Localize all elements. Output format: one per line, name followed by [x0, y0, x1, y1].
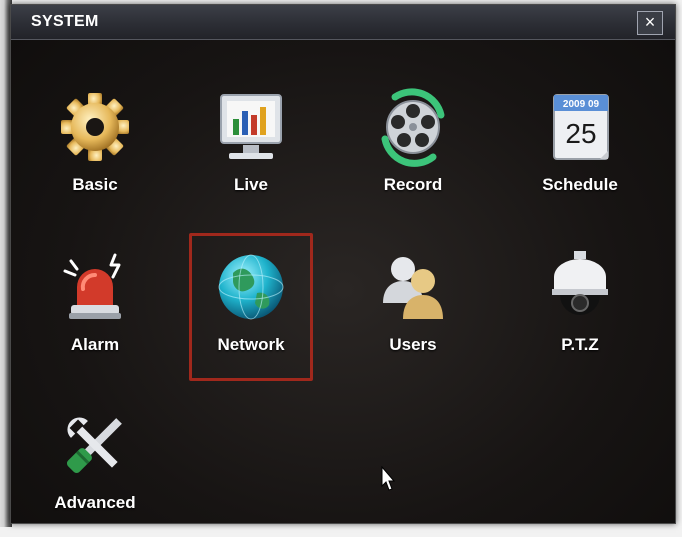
siren-icon	[63, 253, 121, 319]
menu-item-label: Network	[217, 335, 285, 354]
menu-item-users[interactable]: Users	[357, 239, 469, 379]
menu-item-label: Users	[389, 335, 437, 354]
menu-item-live[interactable]: Live	[195, 79, 307, 219]
close-button[interactable]: ×	[637, 11, 663, 35]
tools-icon	[66, 417, 122, 474]
menu-item-label: Advanced	[54, 493, 136, 512]
menu-item-alarm[interactable]: Alarm	[39, 239, 151, 379]
dome-camera-icon	[552, 251, 608, 315]
users-icon	[383, 257, 443, 319]
menu-item-basic[interactable]: Basic	[39, 79, 151, 219]
menu-item-advanced[interactable]: Advanced	[39, 397, 151, 537]
calendar-day-text: 25	[565, 118, 596, 149]
calendar-icon: 2009 09 25	[553, 94, 609, 160]
menu-item-ptz[interactable]: P.T.Z	[524, 239, 636, 379]
menu-item-label: P.T.Z	[561, 335, 599, 354]
title-bar: SYSTEM ×	[11, 5, 675, 40]
gear-icon	[61, 93, 129, 161]
mouse-cursor-icon	[381, 466, 395, 491]
menu-item-network[interactable]: Network	[189, 233, 313, 381]
menu-item-record[interactable]: Record	[357, 79, 469, 219]
menu-item-label: Alarm	[70, 335, 120, 354]
menu-item-label: Basic	[72, 175, 118, 194]
film-reel-icon	[381, 88, 445, 167]
menu-item-label: Live	[233, 175, 269, 194]
globe-icon	[218, 254, 284, 320]
menu-item-label: Schedule	[542, 175, 618, 194]
system-window: SYSTEM × Basic Live Record 2009 09 25 Sc…	[10, 4, 676, 524]
window-title: SYSTEM	[31, 13, 99, 30]
menu-item-label: Record	[383, 175, 443, 194]
monitor-icon	[220, 94, 282, 159]
calendar-month-text: 2009 09	[563, 99, 600, 110]
menu-item-schedule[interactable]: 2009 09 25 Schedule	[524, 79, 636, 219]
